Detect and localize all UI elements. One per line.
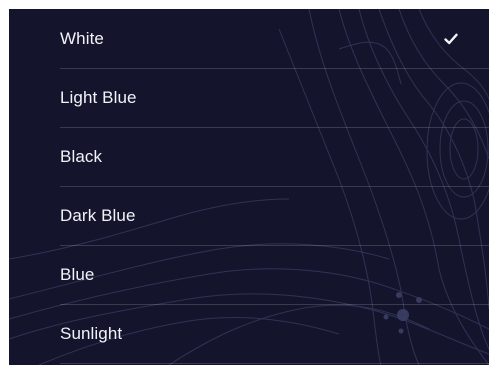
color-option-label: Light Blue: [60, 88, 137, 107]
color-option-light-blue[interactable]: Light Blue: [60, 69, 489, 128]
color-option-dark-blue[interactable]: Dark Blue: [60, 187, 489, 246]
color-option-label: Dark Blue: [60, 206, 136, 225]
color-option-label: Black: [60, 147, 103, 166]
color-option-label: Blue: [60, 265, 95, 284]
color-menu-panel: White Light Blue Black Dark Blue Blue Su…: [9, 9, 489, 365]
color-option-label: Sunlight: [60, 324, 123, 343]
color-option-white[interactable]: White: [60, 10, 489, 69]
checkmark-icon: [444, 33, 458, 45]
color-option-sunlight[interactable]: Sunlight: [60, 305, 489, 364]
color-option-black[interactable]: Black: [60, 128, 489, 187]
color-option-blue[interactable]: Blue: [60, 246, 489, 305]
color-option-list: White Light Blue Black Dark Blue Blue Su…: [9, 9, 489, 365]
color-option-label: White: [60, 29, 104, 48]
